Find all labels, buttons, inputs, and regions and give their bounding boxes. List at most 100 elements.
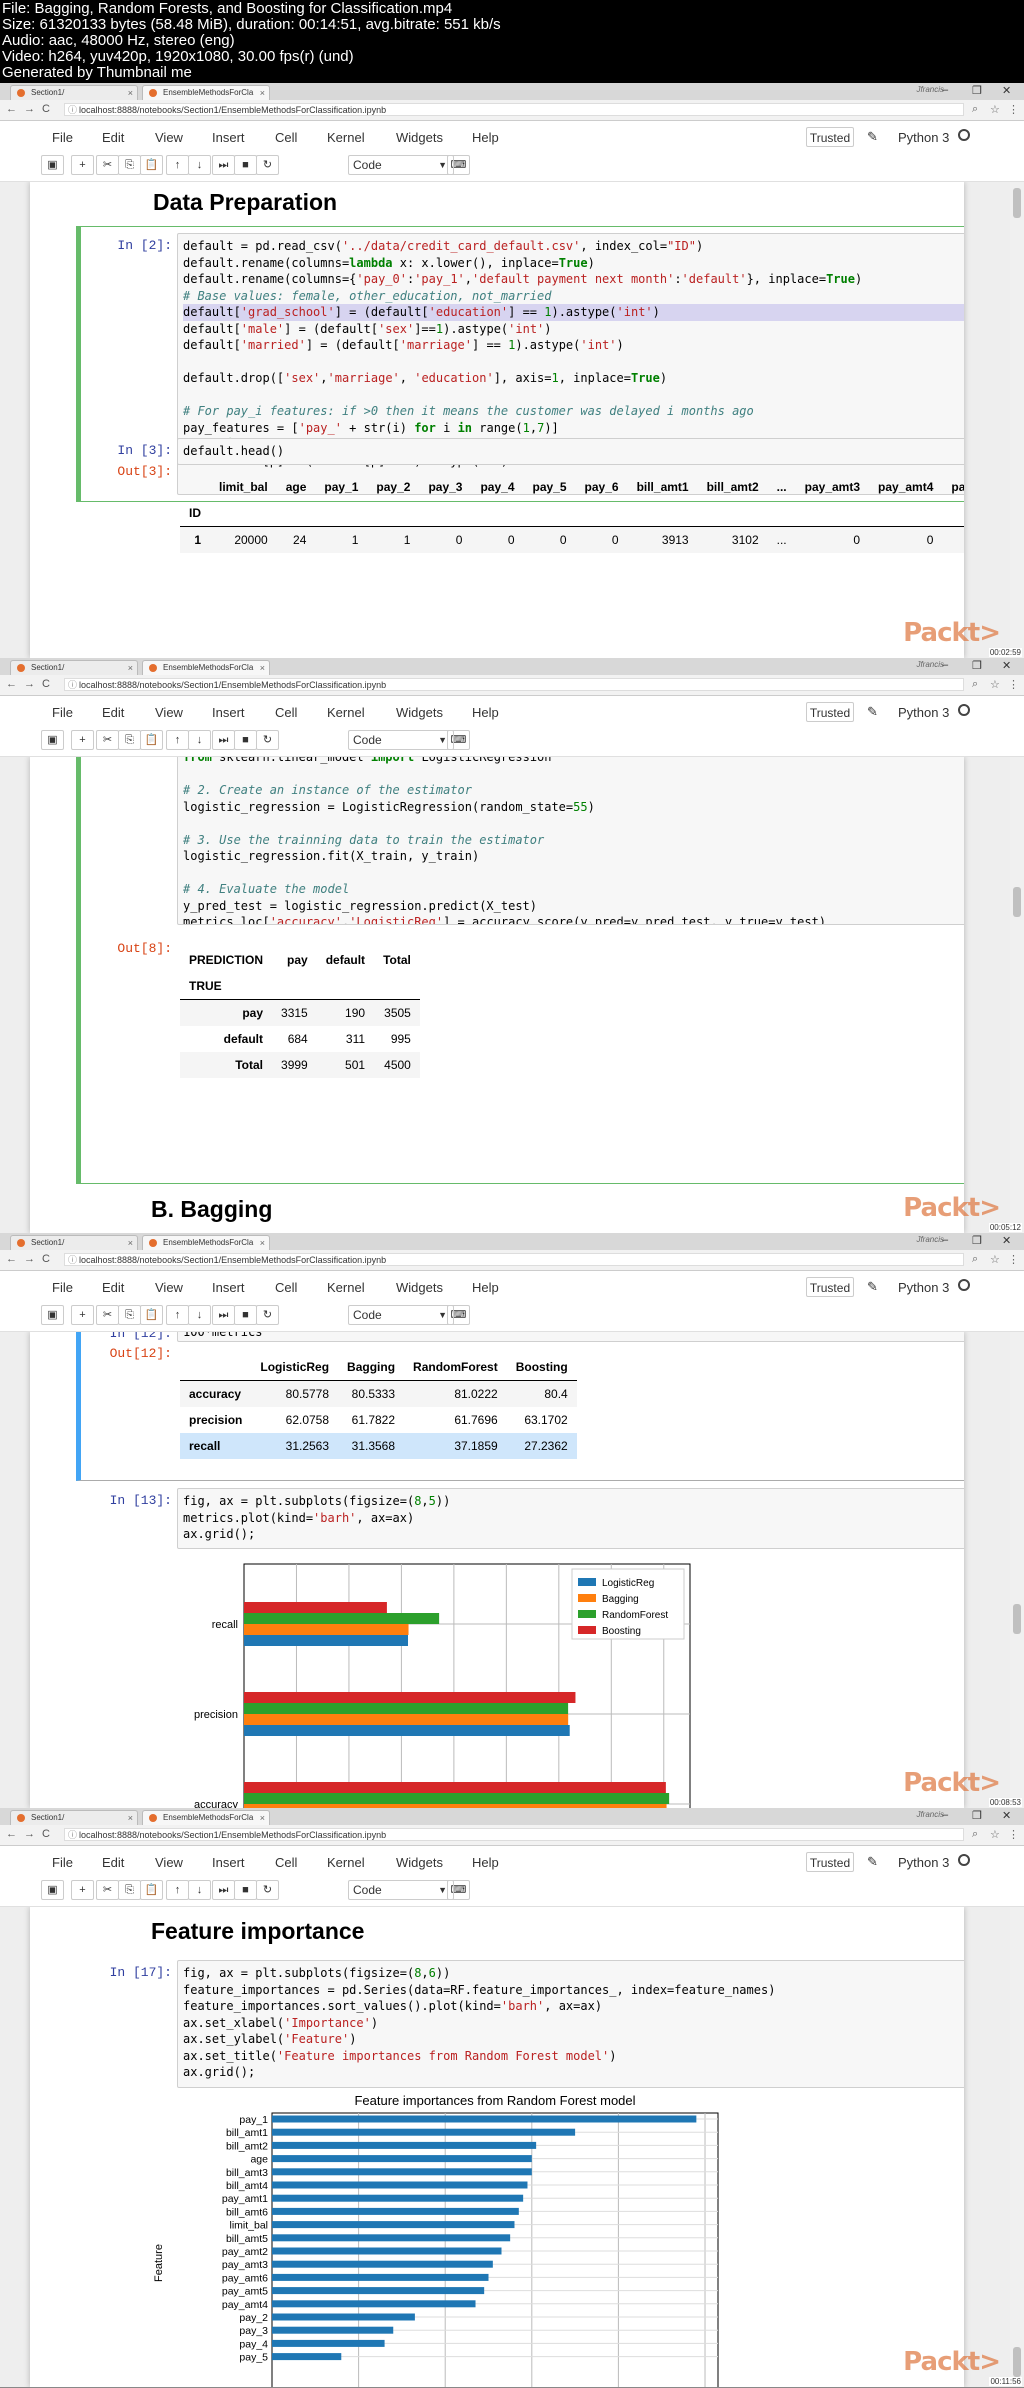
scrollbar-thumb[interactable] [1013, 887, 1021, 917]
browser-tab[interactable]: EnsembleMethodsForCla × [142, 1235, 270, 1250]
search-icon[interactable]: ⌕ [972, 1828, 978, 1841]
browser-tab[interactable]: Section1/ × [10, 1810, 138, 1825]
back-icon[interactable]: ← [6, 1253, 17, 1265]
menu-insert[interactable]: Insert [212, 1855, 245, 1870]
page-scrollbar[interactable] [1010, 1332, 1024, 1808]
menu-file[interactable]: File [52, 1280, 73, 1295]
page-scrollbar[interactable] [1010, 757, 1024, 1233]
menu-insert[interactable]: Insert [212, 130, 245, 145]
profile-name[interactable]: Jfrancis [916, 1235, 944, 1244]
close-tab-icon[interactable]: × [260, 1236, 265, 1250]
menu-file[interactable]: File [52, 1855, 73, 1870]
close-window-icon[interactable]: ✕ [1002, 1234, 1011, 1247]
menu-kernel[interactable]: Kernel [327, 705, 365, 720]
star-icon[interactable]: ☆ [990, 1828, 1000, 1841]
back-icon[interactable]: ← [6, 678, 17, 690]
url-field[interactable]: ⓘ localhost:8888/notebooks/Section1/Ensem… [64, 678, 964, 691]
copy-icon[interactable]: ⎘ [118, 1880, 141, 1900]
copy-icon[interactable]: ⎘ [118, 1305, 141, 1325]
stop-icon[interactable]: ■ [234, 155, 257, 175]
menu-insert[interactable]: Insert [212, 705, 245, 720]
reload-icon[interactable]: C [42, 1253, 50, 1265]
star-icon[interactable]: ☆ [990, 103, 1000, 116]
profile-name[interactable]: Jfrancis [916, 660, 944, 669]
trusted-badge[interactable]: Trusted [806, 702, 854, 722]
restart-icon[interactable]: ↻ [256, 1305, 279, 1325]
menu-edit[interactable]: Edit [102, 130, 124, 145]
save-icon[interactable]: ▣ [41, 155, 64, 175]
menu-icon[interactable]: ⋮ [1008, 678, 1019, 691]
close-tab-icon[interactable]: × [128, 1811, 133, 1825]
browser-tab[interactable]: EnsembleMethodsForCla × [142, 85, 270, 100]
menu-view[interactable]: View [155, 1280, 183, 1295]
menu-kernel[interactable]: Kernel [327, 1855, 365, 1870]
menu-kernel[interactable]: Kernel [327, 130, 365, 145]
restore-icon[interactable]: ❐ [972, 1234, 982, 1247]
menu-widgets[interactable]: Widgets [396, 1280, 443, 1295]
paste-icon[interactable]: 📋 [140, 1880, 163, 1900]
close-tab-icon[interactable]: × [128, 86, 133, 100]
minimize-icon[interactable]: – [942, 84, 948, 96]
menu-view[interactable]: View [155, 1855, 183, 1870]
menu-insert[interactable]: Insert [212, 1280, 245, 1295]
stop-icon[interactable]: ■ [234, 1305, 257, 1325]
restore-icon[interactable]: ❐ [972, 659, 982, 672]
menu-help[interactable]: Help [472, 1855, 499, 1870]
menu-help[interactable]: Help [472, 1280, 499, 1295]
forward-icon[interactable]: → [24, 1828, 35, 1840]
minimize-icon[interactable]: – [942, 1809, 948, 1821]
scrollbar-thumb[interactable] [1013, 188, 1021, 218]
forward-icon[interactable]: → [24, 678, 35, 690]
restart-icon[interactable]: ↻ [256, 1880, 279, 1900]
reload-icon[interactable]: C [42, 103, 50, 115]
run-icon[interactable]: ⏭ [212, 1305, 235, 1325]
search-icon[interactable]: ⌕ [972, 1253, 978, 1266]
cut-icon[interactable]: ✂ [96, 1305, 119, 1325]
code-input-in8[interactable]: from sklearn.linear_model import Logisti… [177, 757, 964, 925]
search-icon[interactable]: ⌕ [972, 678, 978, 691]
move-up-icon[interactable]: ↑ [166, 155, 189, 175]
restore-icon[interactable]: ❐ [972, 84, 982, 97]
paste-icon[interactable]: 📋 [140, 730, 163, 750]
trusted-badge[interactable]: Trusted [806, 1852, 854, 1872]
cell-type-select[interactable]: Code ▼ [348, 155, 454, 175]
menu-edit[interactable]: Edit [102, 1280, 124, 1295]
cell-type-select[interactable]: Code ▼ [348, 730, 454, 750]
menu-widgets[interactable]: Widgets [396, 705, 443, 720]
url-field[interactable]: ⓘ localhost:8888/notebooks/Section1/Ensem… [64, 1828, 964, 1841]
menu-icon[interactable]: ⋮ [1008, 1253, 1019, 1266]
move-up-icon[interactable]: ↑ [166, 1880, 189, 1900]
stop-icon[interactable]: ■ [234, 1880, 257, 1900]
reload-icon[interactable]: C [42, 1828, 50, 1840]
restore-icon[interactable]: ❐ [972, 1809, 982, 1822]
info-icon[interactable]: ⓘ [68, 104, 77, 117]
copy-icon[interactable]: ⎘ [118, 730, 141, 750]
paste-icon[interactable]: 📋 [140, 155, 163, 175]
paste-icon[interactable]: 📋 [140, 1305, 163, 1325]
menu-cell[interactable]: Cell [275, 1280, 297, 1295]
menu-view[interactable]: View [155, 130, 183, 145]
add-cell-icon[interactable]: + [71, 155, 94, 175]
back-icon[interactable]: ← [6, 1828, 17, 1840]
save-icon[interactable]: ▣ [41, 730, 64, 750]
move-up-icon[interactable]: ↑ [166, 730, 189, 750]
move-up-icon[interactable]: ↑ [166, 1305, 189, 1325]
profile-name[interactable]: Jfrancis [916, 85, 944, 94]
menu-file[interactable]: File [52, 130, 73, 145]
minimize-icon[interactable]: – [942, 1234, 948, 1246]
run-icon[interactable]: ⏭ [212, 730, 235, 750]
cut-icon[interactable]: ✂ [96, 730, 119, 750]
star-icon[interactable]: ☆ [990, 678, 1000, 691]
info-icon[interactable]: ⓘ [68, 1829, 77, 1842]
page-scrollbar[interactable] [1010, 1907, 1024, 2383]
back-icon[interactable]: ← [6, 103, 17, 115]
close-tab-icon[interactable]: × [260, 1811, 265, 1825]
add-cell-icon[interactable]: + [71, 730, 94, 750]
add-cell-icon[interactable]: + [71, 1305, 94, 1325]
search-icon[interactable]: ⌕ [972, 103, 978, 116]
scrollbar-thumb[interactable] [1013, 2347, 1021, 2377]
profile-name[interactable]: Jfrancis [916, 1810, 944, 1819]
cut-icon[interactable]: ✂ [96, 1880, 119, 1900]
menu-kernel[interactable]: Kernel [327, 1280, 365, 1295]
menu-widgets[interactable]: Widgets [396, 130, 443, 145]
